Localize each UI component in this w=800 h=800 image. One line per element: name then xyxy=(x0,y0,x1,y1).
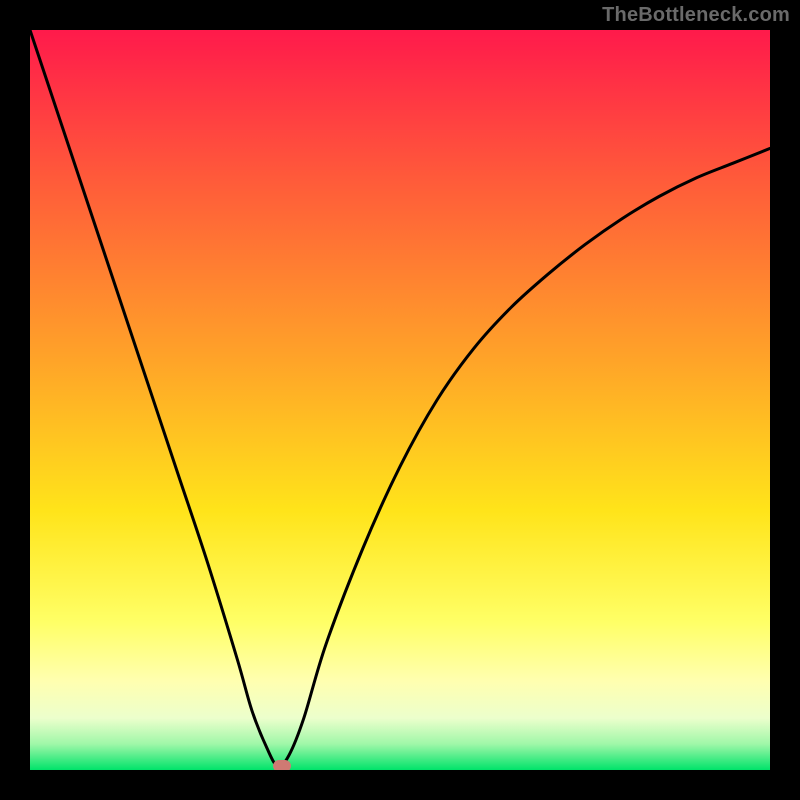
optimum-marker xyxy=(273,760,291,770)
chart-frame: TheBottleneck.com xyxy=(0,0,800,800)
watermark-text: TheBottleneck.com xyxy=(602,4,790,27)
background-gradient xyxy=(30,30,770,770)
plot-area xyxy=(30,30,770,770)
